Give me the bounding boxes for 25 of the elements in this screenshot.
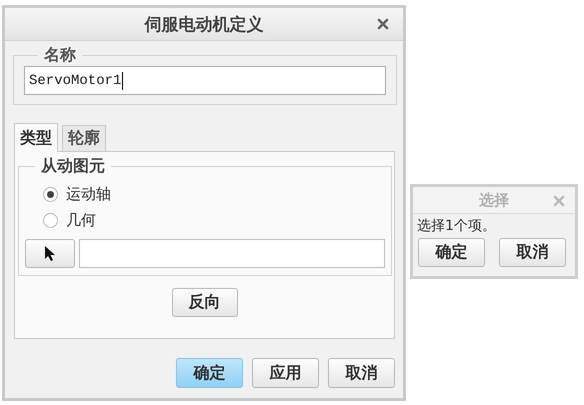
dialog-button[interactable]: 取消 [328, 358, 395, 388]
dialog-button[interactable]: 确定 [176, 358, 243, 388]
radio-button[interactable] [43, 212, 58, 228]
group-label: 名称 [42, 45, 77, 66]
reference-field[interactable] [79, 239, 385, 268]
group-label: 从动图元 [40, 156, 106, 177]
close-icon[interactable] [377, 18, 389, 30]
tab[interactable]: 类型 [14, 123, 58, 152]
dialog-button[interactable]: 确定 [418, 238, 485, 267]
prompt-text: 选择1个项。 [417, 217, 497, 235]
tab[interactable]: 轮廓 [62, 125, 106, 151]
radio-button[interactable] [43, 186, 58, 202]
dialog-button[interactable]: 取消 [499, 238, 566, 267]
text-cursor [122, 72, 124, 90]
dialog-title: 选择 [479, 190, 509, 210]
reverse-button[interactable]: 反向 [172, 288, 238, 317]
radio-option[interactable]: 几何 [43, 207, 391, 233]
select-button[interactable] [25, 239, 75, 268]
option-label: 几何 [66, 210, 96, 230]
pointer-icon [44, 245, 56, 262]
radio-option[interactable]: 运动轴 [43, 181, 391, 207]
dialog-button[interactable]: 应用 [252, 358, 319, 388]
dialog-title: 伺服电动机定义 [144, 14, 264, 36]
name-field[interactable]: ServoMotor1 [24, 66, 386, 95]
option-label: 运动轴 [66, 184, 111, 204]
